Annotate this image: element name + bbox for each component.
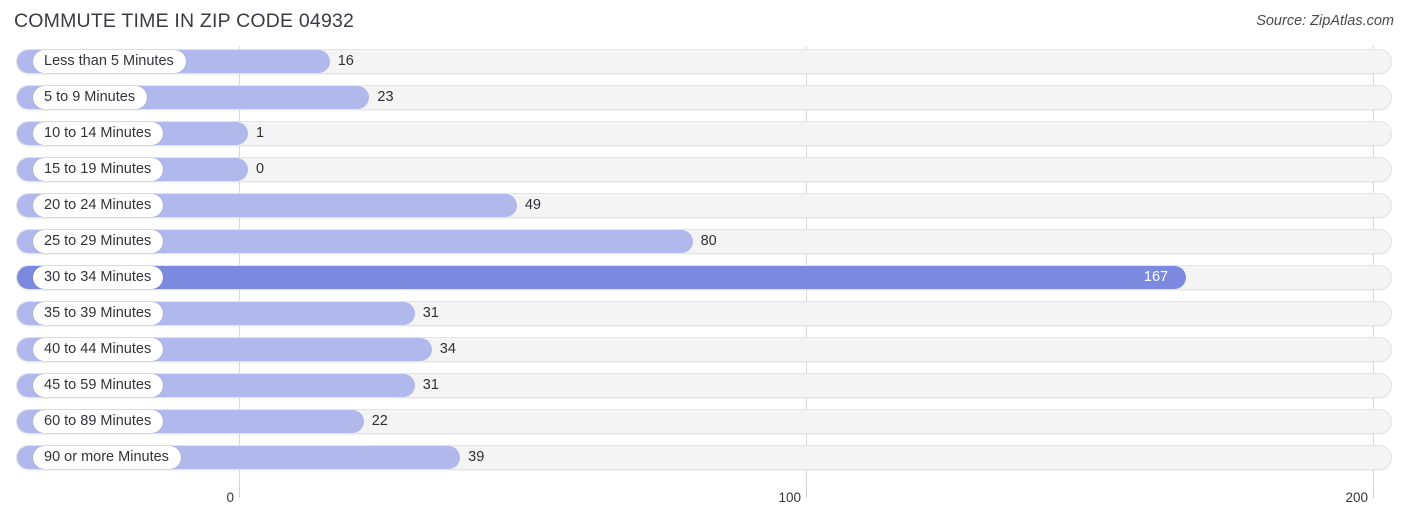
axis-tick-200 — [1373, 487, 1374, 498]
axis-tick-label: 200 — [1345, 490, 1368, 505]
category-label: 10 to 14 Minutes — [33, 122, 164, 145]
category-label: 20 to 24 Minutes — [33, 194, 164, 217]
chart-header: COMMUTE TIME IN ZIP CODE 04932 Source: Z… — [0, 0, 1406, 46]
bar-row: 25 to 29 Minutes 80 — [0, 226, 1406, 256]
bar-row: 10 to 14 Minutes 1 — [0, 118, 1406, 148]
category-label: 90 or more Minutes — [33, 446, 181, 469]
bar-value-label-inside: 167 — [1143, 269, 1169, 285]
bar-value-label: 22 — [371, 413, 388, 429]
category-label: 60 to 89 Minutes — [33, 410, 164, 433]
axis-tick-0 — [239, 487, 240, 498]
chart-page: COMMUTE TIME IN ZIP CODE 04932 Source: Z… — [0, 0, 1406, 523]
bar-row: 90 or more Minutes 39 — [0, 442, 1406, 472]
bar-row: 35 to 39 Minutes 31 — [0, 298, 1406, 328]
category-label: 30 to 34 Minutes — [33, 266, 164, 289]
category-label: 40 to 44 Minutes — [33, 338, 164, 361]
bar-value-label: 49 — [524, 197, 541, 213]
axis-tick-label: 100 — [778, 490, 801, 505]
axis-tick-100 — [806, 487, 807, 498]
bar-value-label: 16 — [337, 53, 354, 69]
bar-row: Less than 5 Minutes 16 — [0, 46, 1406, 76]
bar-value-label: 31 — [422, 377, 439, 393]
bar-value-label: 31 — [422, 305, 439, 321]
bar-row: 15 to 19 Minutes 0 — [0, 154, 1406, 184]
bar-row: 5 to 9 Minutes 23 — [0, 82, 1406, 112]
axis-tick-label: 0 — [226, 490, 234, 505]
bar-value-label: 39 — [468, 449, 485, 465]
bar-row: 60 to 89 Minutes 22 — [0, 406, 1406, 436]
category-label: 35 to 39 Minutes — [33, 302, 164, 325]
bar-rows: Less than 5 Minutes 16 5 to 9 Minutes 23 10 … — [0, 46, 1406, 478]
bar-row: 45 to 59 Minutes 31 — [0, 370, 1406, 400]
category-label: Less than 5 Minutes — [33, 50, 186, 73]
plot-area: Less than 5 Minutes 16 5 to 9 Minutes 23 10 … — [0, 46, 1406, 487]
bar-value-label: 80 — [700, 233, 717, 249]
source-attribution: Source: ZipAtlas.com — [1256, 13, 1394, 29]
bar-row: 40 to 44 Minutes 34 — [0, 334, 1406, 364]
x-axis: 0 100 200 — [0, 487, 1406, 523]
category-label: 5 to 9 Minutes — [33, 86, 148, 109]
category-label: 45 to 59 Minutes — [33, 374, 164, 397]
bar-row: 30 to 34 Minutes 167 — [0, 262, 1406, 292]
category-label: 15 to 19 Minutes — [33, 158, 164, 181]
bar-value-label: 1 — [256, 125, 265, 141]
bar-value-label: 34 — [439, 341, 456, 357]
bar-row: 20 to 24 Minutes 49 — [0, 190, 1406, 220]
bar[interactable] — [17, 266, 1186, 289]
bar-value-label: 23 — [377, 89, 394, 105]
category-label: 25 to 29 Minutes — [33, 230, 164, 253]
bar-value-label: 0 — [256, 161, 265, 177]
page-title: COMMUTE TIME IN ZIP CODE 04932 — [14, 10, 355, 32]
